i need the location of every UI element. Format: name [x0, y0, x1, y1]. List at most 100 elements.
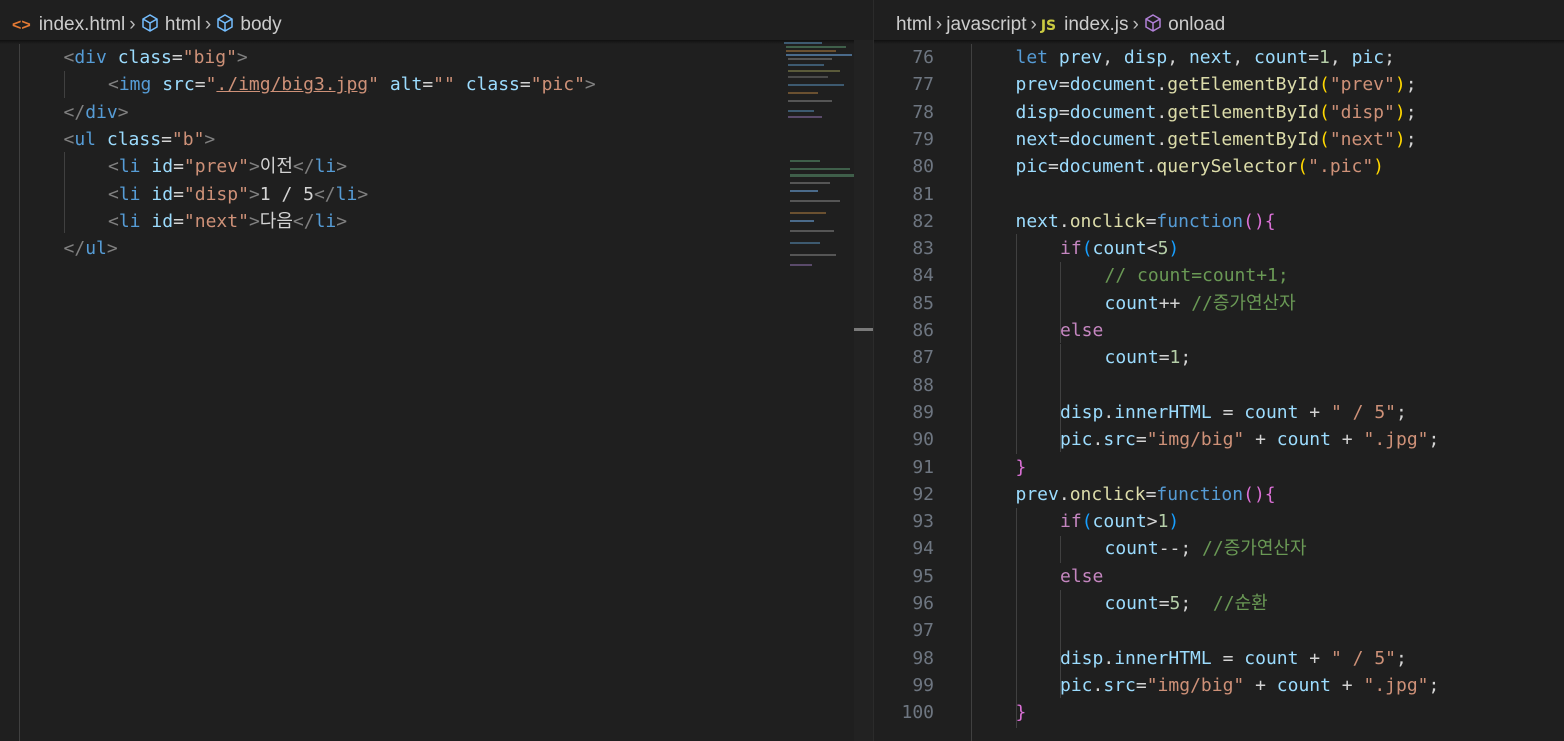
- code-line[interactable]: <li id="disp">1 / 5</li>: [108, 181, 368, 208]
- code-token: prev: [1058, 47, 1103, 68]
- code-token: li: [118, 156, 141, 178]
- code-token: ;: [1405, 128, 1417, 150]
- code-token: disp: [1123, 47, 1168, 68]
- code-token: ": [368, 74, 379, 96]
- scrollbar[interactable]: [854, 40, 873, 741]
- code-line[interactable]: else: [1060, 317, 1103, 344]
- code-token: ".pic": [1308, 156, 1374, 178]
- code-token: >: [248, 156, 260, 178]
- code-token: document: [1058, 156, 1146, 178]
- line-number: 92: [912, 483, 934, 505]
- code-token: "img/big": [1146, 674, 1245, 696]
- breadcrumb-html[interactable]: html: [165, 14, 201, 35]
- code-line[interactable]: <ul class="b">: [64, 126, 216, 153]
- code-token: +: [1298, 401, 1331, 423]
- code-line[interactable]: next.onclick=function(){: [1016, 208, 1276, 235]
- code-line[interactable]: count++ //증가연산자: [1105, 290, 1296, 317]
- code-token: ): [1168, 511, 1180, 533]
- breadcrumb-onload[interactable]: onload: [1168, 14, 1225, 35]
- code-token: ,: [1232, 47, 1254, 68]
- code-line[interactable]: next=document.getElementById("next");: [1016, 126, 1417, 153]
- code-line[interactable]: count=1;: [1105, 344, 1192, 371]
- code-line[interactable]: prev.onclick=function(){: [1016, 481, 1276, 508]
- line-number: 78: [912, 101, 934, 123]
- code-token: "prev": [1329, 74, 1395, 96]
- code-token: =: [422, 74, 434, 96]
- code-line[interactable]: disp=document.getElementById("disp");: [1016, 99, 1417, 126]
- code-line[interactable]: <li id="prev">이전</li>: [108, 153, 347, 180]
- code-line[interactable]: }: [1016, 699, 1027, 726]
- code-line[interactable]: <li id="next">다음</li>: [108, 208, 347, 235]
- code-token: (: [1243, 210, 1254, 232]
- code-token: innerHTML: [1114, 647, 1212, 669]
- indent-guide: [971, 44, 972, 741]
- code-token: 다음: [259, 210, 293, 232]
- code-line[interactable]: pic=document.querySelector(".pic"): [1016, 153, 1385, 180]
- code-token: count: [1244, 647, 1299, 669]
- code-token: =: [1145, 210, 1157, 232]
- code-line[interactable]: }: [1016, 454, 1027, 481]
- code-token: >: [248, 210, 260, 232]
- indent-guide: [64, 152, 65, 233]
- scrollbar-thumb[interactable]: [854, 328, 873, 331]
- code-token: //순환: [1212, 593, 1268, 614]
- code-line[interactable]: disp.innerHTML = count + " / 5";: [1060, 645, 1407, 672]
- code-token: "prev": [183, 156, 249, 178]
- editor-pane-js[interactable]: html › javascript › JS index.js › onload 76 77 7…: [874, 0, 1564, 741]
- code-line[interactable]: count=5; //순환: [1105, 590, 1268, 617]
- code-line[interactable]: // count=count+1;: [1105, 262, 1289, 289]
- code-token: ;: [1405, 101, 1417, 123]
- code-token: else: [1060, 320, 1104, 341]
- code-token: =: [173, 210, 184, 232]
- code-token: let: [1015, 47, 1049, 68]
- code-token: li: [314, 156, 337, 178]
- line-number: 83: [912, 238, 934, 260]
- breadcrumb: <> index.html › html › body: [12, 10, 282, 40]
- code-token: +: [1298, 647, 1331, 669]
- breadcrumb-html[interactable]: html: [896, 14, 932, 35]
- code-token: (: [1318, 74, 1330, 96]
- line-number: 80: [912, 156, 934, 178]
- breadcrumb-body[interactable]: body: [240, 14, 281, 35]
- code-token: </: [63, 238, 86, 260]
- code-token: "next": [1329, 128, 1395, 150]
- code-token: 5: [1157, 238, 1169, 260]
- code-token: count: [1104, 593, 1159, 614]
- code-token: ,: [1102, 47, 1124, 68]
- cube-icon: [215, 14, 235, 35]
- code-token: count: [1092, 238, 1147, 260]
- breadcrumb-javascript[interactable]: javascript: [946, 14, 1026, 35]
- minimap[interactable]: [780, 40, 854, 741]
- code-token: </: [63, 101, 86, 123]
- line-number: 97: [912, 620, 934, 642]
- code-line[interactable]: pic.src="img/big" + count + ".jpg";: [1060, 426, 1439, 453]
- code-line[interactable]: </div>: [64, 99, 129, 126]
- code-token: document: [1069, 74, 1157, 96]
- code-line[interactable]: prev=document.getElementById("prev");: [1016, 71, 1417, 98]
- code-line[interactable]: <div class="big">: [64, 44, 248, 71]
- code-token: li: [314, 210, 337, 232]
- code-line[interactable]: </ul>: [64, 235, 118, 262]
- breadcrumb: html › javascript › JS index.js › onload: [896, 10, 1225, 40]
- code-line[interactable]: count--; //증가연산자: [1105, 535, 1307, 562]
- code-line[interactable]: let prev, disp, next, count=1, pic;: [1016, 44, 1395, 71]
- code-token: >: [1146, 511, 1158, 533]
- breadcrumb-file[interactable]: index.html: [39, 14, 126, 35]
- code-line[interactable]: <img src="./img/big3.jpg" alt="" class="…: [108, 71, 596, 98]
- code-line[interactable]: pic.src="img/big" + count + ".jpg";: [1060, 672, 1439, 699]
- code-token: querySelector: [1156, 156, 1298, 178]
- code-token: "img/big": [1146, 429, 1245, 451]
- breadcrumb-file[interactable]: index.js: [1064, 14, 1128, 35]
- code-line[interactable]: disp.innerHTML = count + " / 5";: [1060, 399, 1407, 426]
- editor-pane-html[interactable]: <> index.html › html › body <div class="big…: [0, 0, 873, 741]
- code-token: " / 5": [1330, 647, 1396, 669]
- code-line[interactable]: if(count>1): [1060, 508, 1179, 535]
- code-token: 1: [1169, 347, 1181, 369]
- code-token: src: [1103, 674, 1136, 696]
- code-line[interactable]: if(count<5): [1060, 235, 1179, 262]
- indent-guide: [1016, 234, 1017, 454]
- code-line[interactable]: else: [1060, 563, 1103, 590]
- chevron-right-icon: ›: [204, 14, 212, 35]
- code-token: .: [1058, 483, 1070, 505]
